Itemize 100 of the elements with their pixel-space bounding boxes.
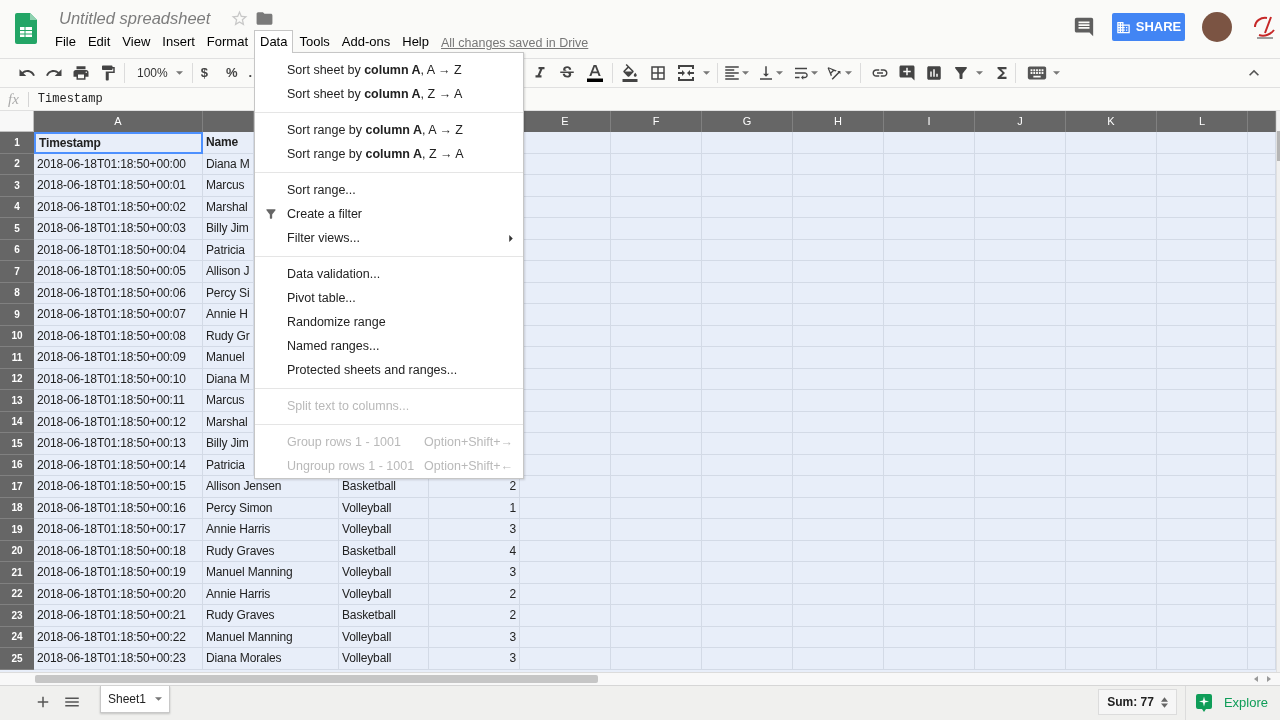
- table-cell[interactable]: Manuel Manning: [203, 562, 339, 584]
- currency-format-button[interactable]: $: [200, 62, 208, 84]
- table-cell[interactable]: 2018-06-18T01:18:50+00:12: [34, 411, 203, 433]
- menu-item[interactable]: Protected sheets and ranges...: [255, 358, 523, 382]
- table-cell[interactable]: 2018-06-18T01:18:50+00:09: [34, 347, 203, 369]
- row-header[interactable]: 17: [0, 476, 34, 498]
- star-icon[interactable]: [230, 9, 250, 28]
- row-header[interactable]: 18: [0, 497, 34, 519]
- table-cell[interactable]: 3: [429, 648, 520, 670]
- row-header[interactable]: 3: [0, 175, 34, 197]
- row-header[interactable]: 2: [0, 153, 34, 175]
- column-header[interactable]: J: [975, 111, 1066, 132]
- row-header[interactable]: 21: [0, 562, 34, 584]
- caret-icon[interactable]: [1053, 71, 1061, 75]
- share-button[interactable]: SHARE: [1112, 13, 1185, 41]
- save-status-link[interactable]: All changes saved in Drive: [441, 34, 589, 53]
- table-cell[interactable]: 2018-06-18T01:18:50+00:21: [34, 605, 203, 627]
- column-header[interactable]: K: [1066, 111, 1157, 132]
- table-cell[interactable]: Marcus: [203, 175, 254, 197]
- row-header[interactable]: 7: [0, 261, 34, 283]
- menu-tab[interactable]: Insert: [156, 30, 201, 52]
- table-cell[interactable]: Manuel Manning: [203, 626, 339, 648]
- table-cell[interactable]: Rudy Graves: [203, 605, 339, 627]
- table-cell[interactable]: 1: [429, 497, 520, 519]
- table-cell[interactable]: 2018-06-18T01:18:50+00:07: [34, 304, 203, 326]
- chart-icon[interactable]: [925, 64, 944, 82]
- row-header[interactable]: 13: [0, 390, 34, 412]
- table-cell[interactable]: 2018-06-18T01:18:50+00:22: [34, 626, 203, 648]
- table-cell[interactable]: Annie Harris: [203, 583, 339, 605]
- table-cell[interactable]: Annie H: [203, 304, 254, 326]
- row-header[interactable]: 23: [0, 605, 34, 627]
- table-cell[interactable]: Basketball: [339, 476, 429, 498]
- text-color-icon[interactable]: [586, 64, 605, 82]
- row-header[interactable]: 8: [0, 282, 34, 304]
- menu-item[interactable]: Named ranges...: [255, 334, 523, 358]
- table-cell[interactable]: 2: [429, 605, 520, 627]
- menu-item[interactable]: Sort range...: [255, 178, 523, 202]
- table-cell[interactable]: Billy Jim: [203, 433, 254, 455]
- table-cell[interactable]: Diana M: [203, 368, 254, 390]
- table-cell[interactable]: 2018-06-18T01:18:50+00:00: [34, 153, 203, 175]
- table-cell[interactable]: 2018-06-18T01:18:50+00:06: [34, 282, 203, 304]
- table-cell[interactable]: 2018-06-18T01:18:50+00:19: [34, 562, 203, 584]
- table-cell[interactable]: Percy Simon: [203, 497, 339, 519]
- table-cell[interactable]: Volleyball: [339, 648, 429, 670]
- table-cell[interactable]: [884, 132, 975, 154]
- column-header[interactable]: A: [34, 111, 203, 132]
- table-cell[interactable]: 2018-06-18T01:18:50+00:05: [34, 261, 203, 283]
- row-header[interactable]: 4: [0, 196, 34, 218]
- row-header[interactable]: 19: [0, 519, 34, 541]
- caret-icon[interactable]: [976, 71, 984, 75]
- menu-item[interactable]: Sort sheet by column A, A → Z: [255, 58, 523, 82]
- column-header[interactable]: G: [702, 111, 793, 132]
- caret-icon[interactable]: [703, 71, 711, 75]
- comment-icon[interactable]: [1073, 16, 1095, 38]
- menu-tab[interactable]: Edit: [81, 30, 117, 52]
- row-header[interactable]: 20: [0, 540, 34, 562]
- table-cell[interactable]: [611, 132, 702, 154]
- row-header[interactable]: 12: [0, 368, 34, 390]
- menu-tab[interactable]: Add-ons: [335, 30, 397, 52]
- column-header[interactable]: H: [793, 111, 884, 132]
- menu-item[interactable]: Randomize range: [255, 310, 523, 334]
- table-cell[interactable]: Volleyball: [339, 497, 429, 519]
- table-cell[interactable]: Billy Jim: [203, 218, 254, 240]
- table-cell[interactable]: 2: [429, 583, 520, 605]
- table-cell[interactable]: [1157, 132, 1248, 154]
- row-header[interactable]: 1: [0, 132, 34, 154]
- print-icon[interactable]: [72, 64, 90, 82]
- table-cell[interactable]: 2018-06-18T01:18:50+00:23: [34, 648, 203, 670]
- caret-icon[interactable]: [845, 71, 853, 75]
- table-cell[interactable]: Diana Morales: [203, 648, 339, 670]
- menu-item[interactable]: Filter views...: [255, 226, 523, 250]
- active-cell[interactable]: Timestamp: [34, 132, 203, 154]
- table-cell[interactable]: 3: [429, 562, 520, 584]
- table-cell[interactable]: 2018-06-18T01:18:50+00:14: [34, 454, 203, 476]
- row-header[interactable]: 15: [0, 433, 34, 455]
- row-header[interactable]: 10: [0, 325, 34, 347]
- menu-tab[interactable]: File: [49, 30, 82, 52]
- row-header[interactable]: 16: [0, 454, 34, 476]
- column-header[interactable]: F: [611, 111, 702, 132]
- spreadsheet-file-icon[interactable]: [15, 13, 37, 44]
- select-all-corner[interactable]: [0, 111, 34, 132]
- table-cell[interactable]: Marshal: [203, 411, 254, 433]
- menu-item[interactable]: Sort range by column A, Z → A: [255, 142, 523, 166]
- table-cell[interactable]: Percy Si: [203, 282, 254, 304]
- add-comment-icon[interactable]: [898, 64, 917, 82]
- table-cell[interactable]: 2018-06-18T01:18:50+00:03: [34, 218, 203, 240]
- caret-icon[interactable]: [175, 71, 183, 75]
- table-cell[interactable]: 2018-06-18T01:18:50+00:08: [34, 325, 203, 347]
- row-header[interactable]: 24: [0, 626, 34, 648]
- table-cell[interactable]: Name: [203, 132, 254, 154]
- table-cell[interactable]: Annie Harris: [203, 519, 339, 541]
- borders-icon[interactable]: [649, 64, 668, 82]
- table-cell[interactable]: Allison Jensen: [203, 476, 339, 498]
- table-cell[interactable]: 2018-06-18T01:18:50+00:15: [34, 476, 203, 498]
- document-title[interactable]: Untitled spreadsheet: [59, 6, 211, 31]
- table-cell[interactable]: Patricia: [203, 239, 254, 261]
- folder-icon[interactable]: [255, 9, 275, 28]
- scroll-left-icon[interactable]: [1254, 676, 1258, 682]
- column-header[interactable]: [203, 111, 254, 132]
- table-cell[interactable]: Diana M: [203, 153, 254, 175]
